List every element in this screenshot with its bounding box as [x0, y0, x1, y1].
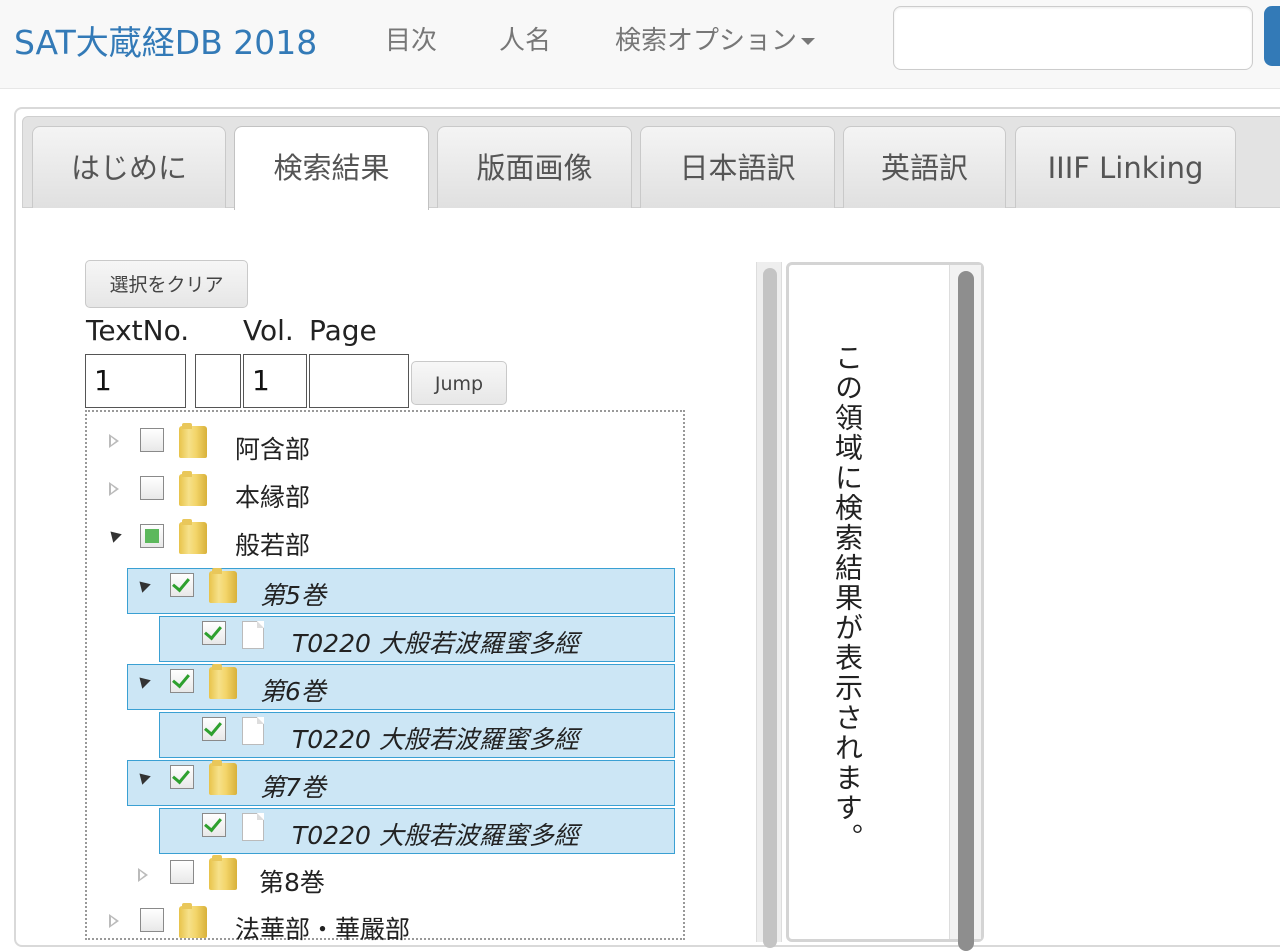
- tree-item-label: T0220 大般若波羅蜜多經: [292, 725, 579, 754]
- tree-item[interactable]: 第8巻: [127, 855, 675, 902]
- collapse-triangle-icon[interactable]: [106, 527, 122, 543]
- nav-person-link[interactable]: 人名: [499, 20, 551, 57]
- collapse-triangle-icon[interactable]: [135, 673, 151, 689]
- textno-input[interactable]: 1: [85, 354, 186, 408]
- caret-down-icon: [801, 38, 816, 45]
- checkbox[interactable]: [140, 476, 164, 500]
- tree-item-label: 法華部・華嚴部: [235, 915, 411, 944]
- tree-item-label: 般若部: [235, 531, 311, 560]
- folder-icon: [179, 903, 207, 938]
- tree-item[interactable]: 法華部・華嚴部: [103, 903, 673, 950]
- document-icon: [242, 717, 264, 745]
- tree-item-selected[interactable]: 第6巻: [127, 664, 675, 710]
- checkbox[interactable]: [170, 860, 194, 884]
- splitter-scrollbar[interactable]: [756, 262, 782, 948]
- tree-item-label: 第8巻: [259, 868, 325, 897]
- jump-button[interactable]: Jump: [411, 361, 507, 405]
- tree-item-label: 第5巻: [260, 581, 326, 610]
- nav-search-options-dropdown[interactable]: 検索オプション: [615, 20, 816, 57]
- folder-icon: [179, 423, 207, 458]
- tree-item-label: T0220 大般若波羅蜜多經: [292, 629, 579, 658]
- checkbox-checked[interactable]: [202, 621, 226, 645]
- collapse-triangle-icon[interactable]: [135, 577, 151, 593]
- search-input[interactable]: [893, 6, 1253, 70]
- checkbox[interactable]: [140, 428, 164, 452]
- tab-english-translation[interactable]: 英語訳: [843, 126, 1006, 208]
- tree-item[interactable]: 阿含部: [103, 423, 673, 470]
- results-placeholder-text: この領域に検索結果が表示されます。: [831, 343, 864, 853]
- tab-search-results[interactable]: 検索結果: [234, 126, 429, 210]
- tree-item-label: T0220 大般若波羅蜜多經: [292, 821, 579, 850]
- tab-iiif-linking[interactable]: IIIF Linking: [1015, 126, 1236, 208]
- checkbox-checked[interactable]: [170, 765, 194, 789]
- navbar: SAT大蔵経DB 2018 目次 人名 検索オプション: [0, 0, 1280, 89]
- page-label: Page: [309, 314, 377, 347]
- tree-item[interactable]: 本縁部: [103, 471, 673, 518]
- page-input[interactable]: [309, 354, 409, 408]
- tree-item-label: 本縁部: [235, 483, 311, 512]
- checkbox-checked[interactable]: [170, 573, 194, 597]
- vol-label: Vol.: [243, 314, 294, 347]
- vol-input[interactable]: 1: [243, 354, 307, 408]
- expand-triangle-icon[interactable]: [138, 868, 148, 882]
- document-icon: [242, 621, 264, 649]
- tree-item-selected[interactable]: T0220 大般若波羅蜜多經: [159, 808, 675, 854]
- tab-introduction[interactable]: はじめに: [32, 126, 226, 208]
- checkbox-checked[interactable]: [202, 813, 226, 837]
- folder-icon: [209, 760, 237, 795]
- folder-icon: [179, 519, 207, 554]
- folder-icon: [209, 568, 237, 603]
- checkbox-checked[interactable]: [202, 717, 226, 741]
- results-scrollbar[interactable]: [949, 265, 981, 951]
- search-results-pane: この領域に検索結果が表示されます。: [786, 262, 984, 951]
- expand-triangle-icon[interactable]: [109, 482, 119, 496]
- tree-item-selected[interactable]: 第7巻: [127, 760, 675, 806]
- collapse-triangle-icon[interactable]: [135, 769, 151, 785]
- tree-item-label: 阿含部: [235, 435, 311, 464]
- folder-icon: [179, 471, 207, 506]
- document-icon: [242, 813, 264, 841]
- textno-suffix-input[interactable]: [195, 354, 241, 408]
- scrollbar-thumb[interactable]: [763, 268, 777, 948]
- tree-item-selected[interactable]: 第5巻: [127, 568, 675, 614]
- tree-item-selected[interactable]: T0220 大般若波羅蜜多經: [159, 616, 675, 662]
- checkbox-checked[interactable]: [170, 669, 194, 693]
- expand-triangle-icon[interactable]: [109, 914, 119, 928]
- tree-item-label: 第6巻: [260, 677, 326, 706]
- tree-item-label: 第7巻: [260, 773, 326, 802]
- brand-link[interactable]: SAT大蔵経DB 2018: [14, 16, 317, 64]
- checkbox[interactable]: [140, 908, 164, 932]
- tab-page-image[interactable]: 版面画像: [437, 126, 632, 208]
- tree-item[interactable]: 般若部: [103, 519, 673, 566]
- category-tree: 阿含部 本縁部 般若部 第5巻 T0220 大般若波羅蜜多經 第6巻 T0220…: [85, 410, 685, 944]
- tab-japanese-translation[interactable]: 日本語訳: [640, 126, 835, 208]
- tree-item-selected[interactable]: T0220 大般若波羅蜜多經: [159, 712, 675, 758]
- nav-contents-link[interactable]: 目次: [385, 20, 437, 57]
- search-options-label: 検索オプション: [615, 26, 798, 56]
- search-button[interactable]: [1264, 6, 1280, 66]
- checkbox-partial[interactable]: [140, 524, 164, 548]
- folder-icon: [209, 855, 237, 890]
- expand-triangle-icon[interactable]: [109, 434, 119, 448]
- textno-label: TextNo.: [86, 314, 190, 347]
- folder-icon: [209, 664, 237, 699]
- scrollbar-thumb[interactable]: [958, 271, 974, 951]
- clear-selection-button[interactable]: 選択をクリア: [85, 260, 248, 308]
